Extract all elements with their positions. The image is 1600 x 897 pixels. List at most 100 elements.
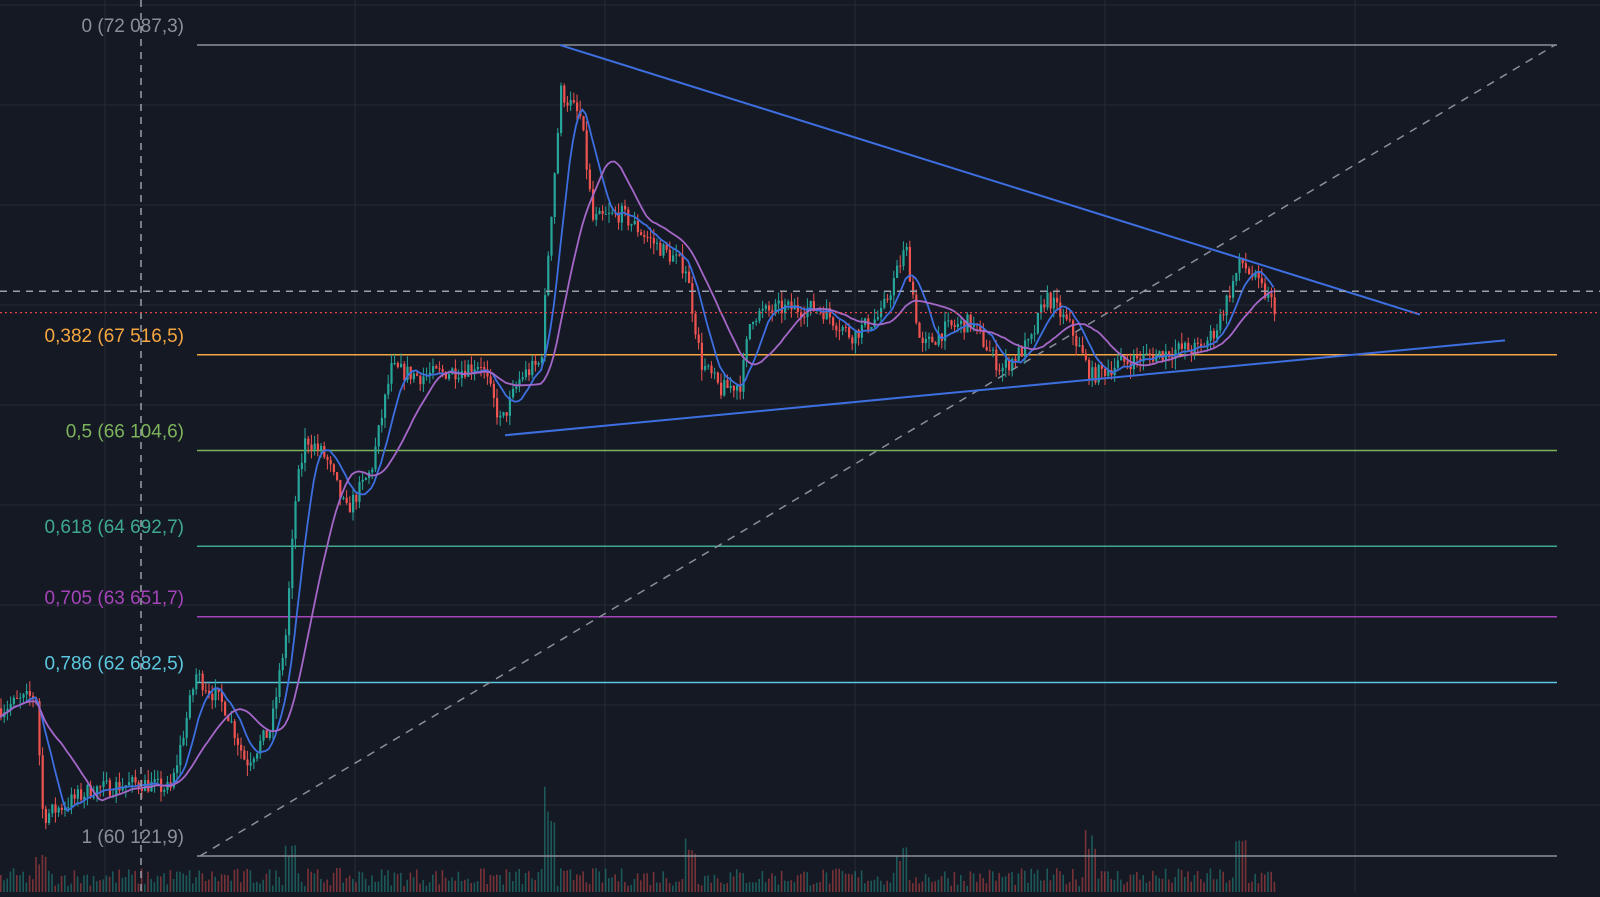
candle-body: [857, 329, 860, 338]
candle-body: [326, 456, 329, 460]
candle-body: [1104, 368, 1107, 376]
candle-body: [1040, 304, 1043, 313]
volume-bar: [1174, 876, 1176, 892]
volume-bar: [259, 883, 261, 892]
volume-bar: [137, 883, 140, 892]
volume-bar: [998, 872, 1000, 892]
volume-bar: [656, 882, 658, 892]
volume-bar: [707, 875, 709, 892]
volume-bar: [172, 878, 175, 892]
candle-body: [563, 85, 566, 103]
candle-body: [1027, 339, 1030, 341]
trading-chart[interactable]: 0 (72 087,3) 0,382 (67 516,5) 0,5 (66 104,…: [0, 0, 1600, 892]
candle-body: [566, 102, 569, 106]
volume-bar: [12, 868, 15, 892]
volume-bar: [1216, 879, 1218, 892]
candle-body: [230, 721, 233, 723]
candle-body: [553, 173, 556, 217]
volume-bar: [496, 874, 498, 892]
volume-bar: [147, 871, 149, 892]
volume-bar: [208, 879, 210, 892]
volume-bar: [1008, 873, 1010, 892]
candle-body: [396, 363, 399, 368]
candle-body: [960, 320, 963, 324]
volume-bar: [899, 861, 901, 892]
candle-body: [1260, 278, 1263, 284]
candle-body: [131, 777, 134, 783]
candle-body: [928, 336, 931, 339]
volume-bar: [9, 871, 12, 892]
volume-bar: [1075, 879, 1077, 892]
volume-bar: [931, 882, 933, 892]
volume-bar: [716, 878, 719, 892]
volume-bar: [1046, 868, 1048, 892]
candle-body: [1132, 355, 1135, 370]
candle-body: [924, 338, 927, 344]
volume-bar: [182, 873, 184, 892]
candle-body: [995, 349, 998, 371]
volume-bar: [787, 881, 789, 892]
candle-body: [329, 459, 332, 465]
volume-bar: [579, 875, 581, 892]
volume-bar: [531, 878, 533, 892]
candle-body: [1248, 268, 1251, 274]
candle-body: [105, 780, 108, 782]
volume-bar: [416, 869, 418, 892]
volume-bar: [985, 883, 988, 892]
volume-bar: [867, 880, 869, 892]
volume-bar: [51, 873, 53, 892]
volume-bar: [608, 878, 610, 892]
candle-body: [1184, 342, 1187, 349]
volume-bar: [630, 884, 632, 892]
volume-bar: [1168, 879, 1170, 892]
candle-body: [86, 785, 89, 797]
candle-body: [790, 301, 793, 310]
volume-bar: [224, 874, 226, 892]
volume-bar: [889, 882, 892, 892]
volume-bar: [1078, 885, 1080, 892]
volume-bar: [473, 882, 476, 892]
volume-bar: [131, 874, 133, 892]
candle-body: [342, 497, 345, 499]
candle-body: [1257, 272, 1260, 279]
volume-bar: [390, 885, 392, 892]
candle-body: [556, 133, 559, 174]
candle-body: [1270, 293, 1273, 298]
candle-body: [649, 237, 652, 239]
volume-bar: [185, 875, 188, 892]
candle-body: [102, 781, 105, 787]
candle-body: [656, 242, 659, 244]
chart-canvas[interactable]: 0 (72 087,3) 0,382 (67 516,5) 0,5 (66 104,…: [0, 0, 1600, 892]
volume-bar: [1264, 874, 1266, 892]
volume-bar: [524, 872, 527, 892]
volume-bar: [144, 884, 146, 892]
volume-bar: [1136, 871, 1138, 892]
candle-body: [803, 316, 806, 318]
candle-body: [886, 298, 889, 300]
candle-body: [700, 342, 703, 370]
candle-body: [476, 366, 479, 370]
volume-bar: [38, 864, 40, 892]
candle-body: [784, 304, 787, 314]
volume-bar: [169, 869, 172, 892]
volume-bar: [1004, 876, 1007, 892]
candle-body: [1081, 345, 1084, 354]
candle-body: [912, 281, 915, 295]
candle-body: [873, 319, 876, 328]
candle-body: [1049, 292, 1052, 309]
volume-bar: [1206, 873, 1208, 892]
volume-bar: [336, 868, 338, 892]
volume-bar: [73, 870, 76, 892]
candle-body: [438, 368, 441, 370]
volume-bar: [1068, 882, 1071, 892]
volume-bar: [400, 872, 402, 892]
volume-bar: [755, 882, 757, 892]
volume-bar: [582, 871, 584, 892]
candle-body: [1177, 343, 1180, 350]
volume-bar: [1148, 881, 1151, 892]
volume-bar: [800, 874, 802, 892]
volume-bar: [617, 881, 620, 892]
candle-body: [892, 278, 895, 296]
fib-level-label: 0,382 (67 516,5): [45, 326, 184, 347]
volume-bar: [809, 885, 812, 892]
